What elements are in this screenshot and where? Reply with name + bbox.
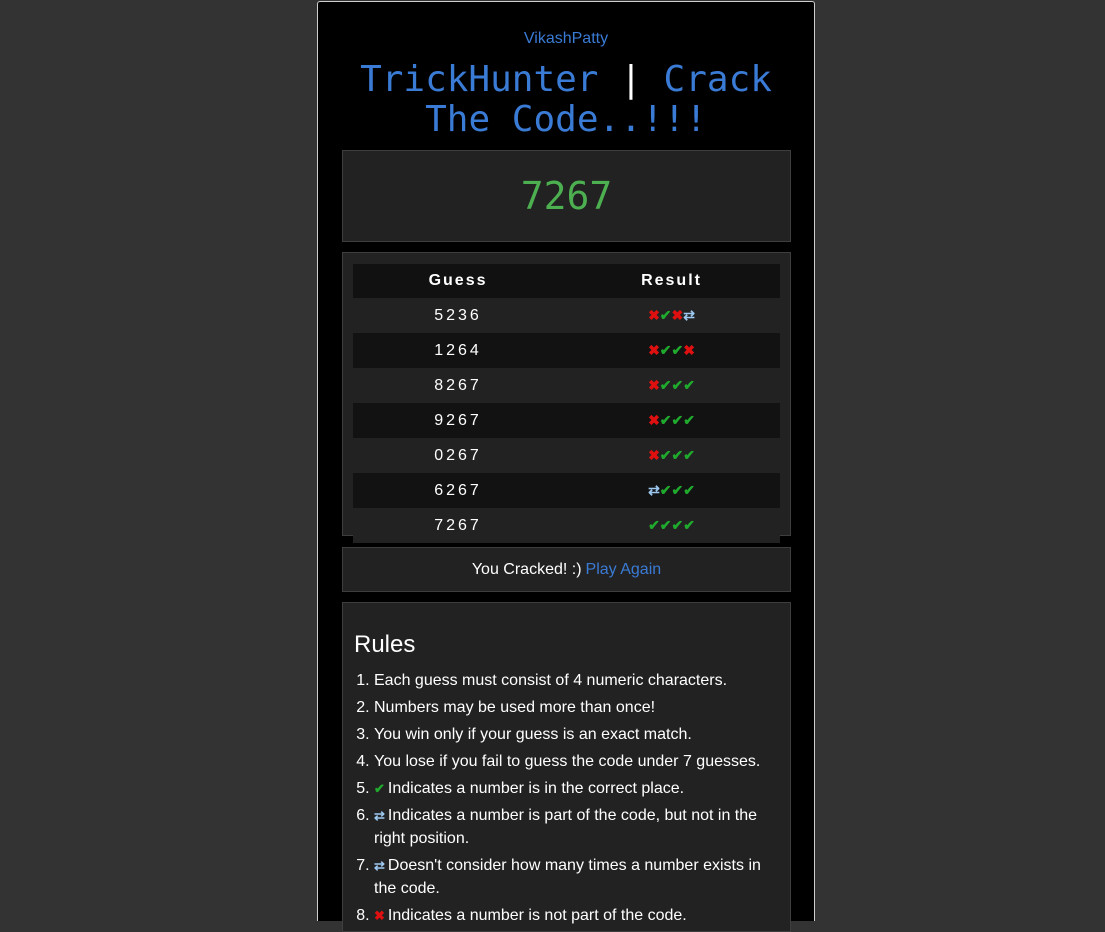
check-icon: ✔ bbox=[671, 481, 684, 498]
check-icon: ✔ bbox=[671, 411, 684, 428]
swap-arrows-icon: ⇄ bbox=[374, 858, 385, 873]
guess-cell: 9267 bbox=[353, 403, 564, 438]
rule-item: You win only if your guess is an exact m… bbox=[374, 723, 779, 746]
rule-text: Indicates a number is in the correct pla… bbox=[387, 780, 685, 797]
rule-item: ⇄Doesn't consider how many times a numbe… bbox=[374, 854, 779, 900]
check-icon: ✔ bbox=[659, 341, 672, 358]
rule-text: Numbers may be used more than once! bbox=[374, 699, 656, 716]
check-icon: ✔ bbox=[683, 376, 695, 393]
guess-table-body: 5236 ✖✔✖⇄ 1264 ✖✔✔✖ 8267 ✖✔✔✔ 9267 ✖✔✔✔ 0267 ✖✔✔✔… bbox=[353, 298, 780, 543]
rule-item: ✖Indicates a number is not part of the c… bbox=[374, 904, 779, 927]
play-again-link[interactable]: Play Again bbox=[586, 561, 662, 579]
cross-icon: ✖ bbox=[648, 411, 660, 428]
game-window: VikashPatty TrickHunter | Crack The Code… bbox=[317, 1, 815, 932]
table-row: 0267 ✖✔✔✔ bbox=[353, 438, 780, 473]
swap-arrows-icon: ⇄ bbox=[648, 481, 660, 498]
check-icon: ✔ bbox=[648, 516, 660, 533]
cross-icon: ✖ bbox=[648, 306, 660, 323]
check-icon: ✔ bbox=[671, 341, 684, 358]
table-row: 1264 ✖✔✔✖ bbox=[353, 333, 780, 368]
cross-icon: ✖ bbox=[648, 341, 660, 358]
table-row: 5236 ✖✔✖⇄ bbox=[353, 298, 780, 333]
result-cell: ✖✔✔✔ bbox=[563, 403, 780, 438]
rule-text: Indicates a number is part of the code, … bbox=[374, 807, 758, 847]
guess-cell: 8267 bbox=[353, 368, 564, 403]
rule-text: You lose if you fail to guess the code u… bbox=[374, 753, 761, 770]
result-cell: ✖✔✔✔ bbox=[563, 438, 780, 473]
cross-icon: ✖ bbox=[374, 908, 385, 923]
author-name: VikashPatty bbox=[523, 30, 609, 47]
rule-item: ⇄Indicates a number is part of the code,… bbox=[374, 804, 779, 850]
column-header-guess: Guess bbox=[353, 264, 564, 298]
guess-cell: 6267 bbox=[353, 473, 564, 508]
status-panel: You Cracked! :) Play Again bbox=[342, 547, 791, 592]
guess-cell: 5236 bbox=[353, 298, 564, 333]
result-cell: ✖✔✔✖ bbox=[563, 333, 780, 368]
cross-icon: ✖ bbox=[671, 306, 684, 323]
swap-arrows-icon: ⇄ bbox=[683, 306, 695, 323]
check-icon: ✔ bbox=[683, 411, 695, 428]
check-icon: ✔ bbox=[683, 516, 695, 533]
check-icon: ✔ bbox=[659, 376, 672, 393]
check-icon: ✔ bbox=[659, 411, 672, 428]
swap-arrows-icon: ⇄ bbox=[374, 808, 385, 823]
check-icon: ✔ bbox=[683, 446, 695, 463]
guess-table: Guess Result 5236 ✖✔✖⇄ 1264 ✖✔✔✖ 8267 ✖✔✔✔ 926… bbox=[353, 264, 780, 543]
guess-cell: 0267 bbox=[353, 438, 564, 473]
rule-item: Each guess must consist of 4 numeric cha… bbox=[374, 669, 779, 692]
status-message: You Cracked! :) bbox=[471, 560, 582, 578]
rule-text: Indicates a number is not part of the co… bbox=[387, 907, 687, 924]
check-icon: ✔ bbox=[683, 481, 695, 498]
table-row: 9267 ✖✔✔✔ bbox=[353, 403, 780, 438]
cross-icon: ✖ bbox=[648, 376, 660, 393]
rule-item: Numbers may be used more than once! bbox=[374, 696, 779, 719]
cross-icon: ✖ bbox=[683, 341, 695, 358]
result-cell: ✔✔✔✔ bbox=[563, 508, 780, 543]
check-icon: ✔ bbox=[671, 376, 684, 393]
column-header-result: Result bbox=[563, 264, 780, 298]
guess-cell: 7267 bbox=[353, 508, 564, 543]
code-display-panel: 7267 bbox=[342, 150, 791, 242]
rule-text: You win only if your guess is an exact m… bbox=[374, 726, 692, 743]
table-header-row: Guess Result bbox=[353, 264, 780, 298]
rule-text: Each guess must consist of 4 numeric cha… bbox=[374, 672, 728, 689]
title-left: TrickHunter bbox=[360, 59, 599, 100]
rule-text: Doesn't consider how many times a number… bbox=[374, 857, 761, 897]
code-display: 7267 bbox=[520, 174, 613, 218]
check-icon: ✔ bbox=[659, 446, 672, 463]
check-icon: ✔ bbox=[671, 516, 684, 533]
guess-table-panel: Guess Result 5236 ✖✔✖⇄ 1264 ✖✔✔✖ 8267 ✖✔✔✔ 926… bbox=[342, 252, 791, 543]
result-cell: ✖✔✖⇄ bbox=[563, 298, 780, 333]
check-icon: ✔ bbox=[671, 446, 684, 463]
check-icon: ✔ bbox=[374, 781, 385, 796]
check-icon: ✔ bbox=[659, 306, 672, 323]
rules-panel: Rules Each guess must consist of 4 numer… bbox=[342, 602, 791, 932]
table-row: 6267 ⇄✔✔✔ bbox=[353, 473, 780, 508]
rule-item: You lose if you fail to guess the code u… bbox=[374, 750, 779, 773]
table-row: 7267 ✔✔✔✔ bbox=[353, 508, 780, 543]
guess-cell: 1264 bbox=[353, 333, 564, 368]
rule-item: ✔Indicates a number is in the correct pl… bbox=[374, 777, 779, 800]
table-row: 8267 ✖✔✔✔ bbox=[353, 368, 780, 403]
cross-icon: ✖ bbox=[648, 446, 660, 463]
result-cell: ✖✔✔✔ bbox=[563, 368, 780, 403]
page-title: TrickHunter | Crack The Code..!!! bbox=[338, 60, 794, 140]
check-icon: ✔ bbox=[659, 516, 672, 533]
rules-list: Each guess must consist of 4 numeric cha… bbox=[354, 669, 779, 927]
rules-title: Rules bbox=[354, 631, 416, 658]
title-separator: | bbox=[620, 59, 642, 100]
check-icon: ✔ bbox=[659, 481, 672, 498]
result-cell: ⇄✔✔✔ bbox=[563, 473, 780, 508]
